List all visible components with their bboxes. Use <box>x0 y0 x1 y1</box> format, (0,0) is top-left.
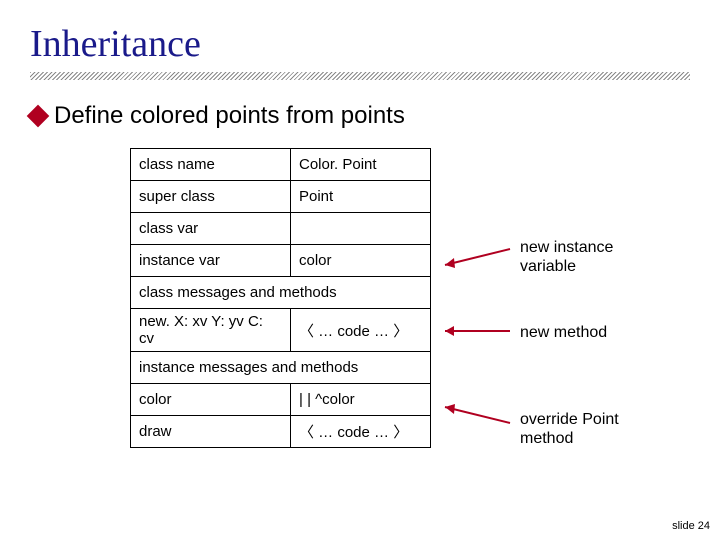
table-section-row: instance messages and methods <box>131 352 431 384</box>
cell-value: 〈 … code … 〉 <box>291 416 431 448</box>
bullet-text: Define colored points from points <box>54 102 405 130</box>
diamond-bullet-icon <box>27 105 50 128</box>
cell-value <box>291 213 431 245</box>
cell-label: draw <box>131 416 291 448</box>
slide-title: Inheritance <box>0 0 720 68</box>
title-underline <box>30 72 690 80</box>
cell-value: Point <box>291 181 431 213</box>
slide-number: slide 24 <box>672 520 710 532</box>
table-row: class var <box>131 213 431 245</box>
cell-value: 〈 … code … 〉 <box>291 309 431 352</box>
content-area: class name Color. Point super class Poin… <box>0 148 720 508</box>
cell-label: class var <box>131 213 291 245</box>
annotation: new instance variable <box>520 238 613 276</box>
table-row: color | | ^color <box>131 384 431 416</box>
bullet-item: Define colored points from points <box>0 80 720 130</box>
arrow-icon <box>440 245 515 271</box>
table-row: draw 〈 … code … 〉 <box>131 416 431 448</box>
cell-label: instance var <box>131 245 291 277</box>
cell-label: color <box>131 384 291 416</box>
table-row: new. X: xv Y: yv C: cv 〈 … code … 〉 <box>131 309 431 352</box>
section-header: class messages and methods <box>131 277 431 309</box>
class-definition-table: class name Color. Point super class Poin… <box>130 148 431 448</box>
cell-value: Color. Point <box>291 149 431 181</box>
cell-label: new. X: xv Y: yv C: cv <box>131 309 291 352</box>
cell-label: super class <box>131 181 291 213</box>
annotation: new method <box>520 323 607 342</box>
table-row: instance var color <box>131 245 431 277</box>
arrow-icon <box>440 323 515 339</box>
section-header: instance messages and methods <box>131 352 431 384</box>
table-section-row: class messages and methods <box>131 277 431 309</box>
table-row: class name Color. Point <box>131 149 431 181</box>
cell-value: | | ^color <box>291 384 431 416</box>
table-row: super class Point <box>131 181 431 213</box>
annotation: override Point method <box>520 410 619 448</box>
cell-value: color <box>291 245 431 277</box>
arrow-icon <box>440 403 515 429</box>
cell-label: class name <box>131 149 291 181</box>
